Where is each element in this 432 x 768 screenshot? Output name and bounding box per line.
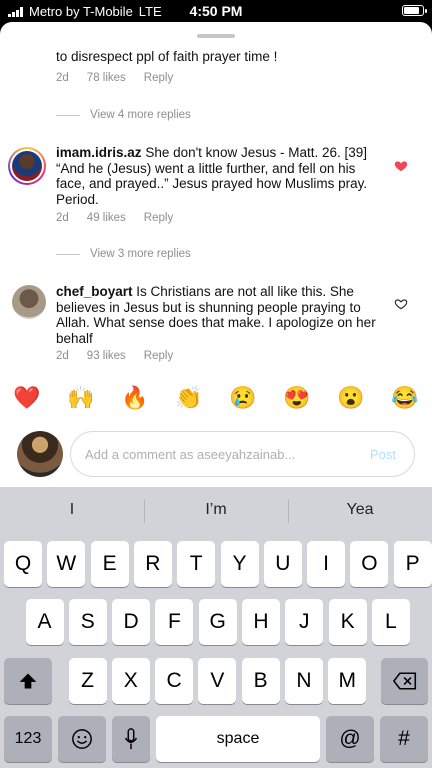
key-r[interactable]: R (133, 541, 172, 587)
comment-meta: 2d 78 likes Reply (56, 72, 173, 84)
predictive-suggestions: I I’m Yea (0, 487, 432, 533)
emoji-face-icon (72, 729, 92, 749)
delete-key[interactable] (381, 658, 428, 704)
surprised-face-emoji[interactable]: 😮 (335, 385, 367, 411)
post-button[interactable]: Post (370, 447, 396, 462)
dictation-key[interactable] (112, 716, 150, 762)
tears-of-joy-emoji[interactable]: 😂 (389, 385, 421, 411)
crying-face-emoji[interactable]: 😢 (227, 385, 259, 411)
key-d[interactable]: D (112, 599, 151, 645)
comment-input[interactable]: Add a comment as aseeyahzainab... Post (70, 431, 415, 477)
shift-key[interactable] (4, 658, 52, 704)
key-u[interactable]: U (263, 541, 302, 587)
key-n[interactable]: N (285, 658, 323, 704)
key-q[interactable]: Q (4, 541, 42, 587)
key-v[interactable]: V (198, 658, 237, 704)
view-replies-button[interactable]: View 3 more replies (56, 248, 191, 260)
suggestion-2[interactable]: I’m (144, 501, 288, 519)
space-key[interactable]: space (156, 716, 320, 762)
suggestion-3[interactable]: Yea (288, 501, 432, 519)
comment-meta: 2d 93 likes Reply (56, 350, 173, 362)
comment-body: chef_boyart Is Christians are not all li… (56, 284, 376, 346)
key-e[interactable]: E (90, 541, 129, 587)
key-h[interactable]: H (242, 599, 280, 645)
comment-body: imam.idris.az She don't know Jesus - Mat… (56, 145, 376, 207)
shift-icon (19, 673, 37, 689)
status-bar: Metro by T-Mobile LTE 4:50 PM (0, 0, 432, 22)
reply-button[interactable]: Reply (144, 350, 173, 362)
comment-age: 2d (56, 72, 69, 84)
comment-likes[interactable]: 49 likes (87, 212, 126, 224)
suggestion-1[interactable]: I (0, 501, 144, 519)
key-k[interactable]: K (328, 599, 367, 645)
sheet-grabber[interactable] (197, 34, 235, 38)
heart-eyes-emoji[interactable]: 😍 (281, 385, 313, 411)
own-avatar[interactable] (17, 431, 63, 477)
red-heart-emoji[interactable]: ❤️ (11, 385, 43, 411)
key-b[interactable]: B (241, 658, 280, 704)
comment-text: to disrespect ppl of faith prayer time ! (56, 49, 278, 64)
avatar[interactable] (8, 147, 46, 185)
key-c[interactable]: C (155, 658, 194, 704)
key-o[interactable]: O (350, 541, 389, 587)
comment-username[interactable]: chef_boyart (56, 284, 133, 299)
clock: 4:50 PM (189, 3, 243, 19)
comment-input-placeholder: Add a comment as aseeyahzainab... (85, 447, 296, 462)
reply-button[interactable]: Reply (144, 212, 173, 224)
hash-key[interactable]: # (380, 716, 428, 762)
view-replies-button[interactable]: View 4 more replies (56, 109, 191, 121)
avatar[interactable] (12, 285, 46, 319)
view-replies-label: View 4 more replies (90, 109, 191, 121)
key-s[interactable]: S (68, 599, 107, 645)
battery-icon (402, 5, 427, 16)
microphone-icon (124, 728, 138, 750)
heart-outline-icon[interactable] (394, 297, 408, 311)
key-a[interactable]: A (25, 599, 64, 645)
fire-emoji[interactable]: 🔥 (119, 385, 151, 411)
key-m[interactable]: M (328, 658, 367, 704)
key-p[interactable]: P (393, 541, 432, 587)
key-i[interactable]: I (307, 541, 346, 587)
key-g[interactable]: G (198, 599, 237, 645)
comment-age: 2d (56, 350, 69, 362)
emoji-key[interactable] (58, 716, 106, 762)
key-x[interactable]: X (111, 658, 150, 704)
numbers-key[interactable]: 123 (4, 716, 52, 762)
divider-line (56, 114, 80, 116)
backspace-icon (392, 672, 416, 690)
at-key[interactable]: @ (326, 716, 374, 762)
comment-meta: 2d 49 likes Reply (56, 212, 173, 224)
clapping-hands-emoji[interactable]: 👏 (173, 385, 205, 411)
view-replies-label: View 3 more replies (90, 248, 191, 260)
emoji-quick-reactions: ❤️ 🙌 🔥 👏 😢 😍 😮 😂 (0, 377, 432, 419)
key-z[interactable]: Z (68, 658, 107, 704)
comment-age: 2d (56, 212, 69, 224)
key-j[interactable]: J (285, 599, 324, 645)
keyboard: I I’m Yea QWERTYUIOP ASDFGHJKL ZXCVBNM 1… (0, 487, 432, 768)
key-w[interactable]: W (47, 541, 86, 587)
comment-likes[interactable]: 78 likes (87, 72, 126, 84)
divider-line (56, 253, 80, 255)
key-y[interactable]: Y (220, 541, 259, 587)
key-f[interactable]: F (155, 599, 194, 645)
raising-hands-emoji[interactable]: 🙌 (65, 385, 97, 411)
reply-button[interactable]: Reply (144, 72, 173, 84)
battery-level (404, 7, 419, 14)
key-t[interactable]: T (177, 541, 216, 587)
comment-likes[interactable]: 93 likes (87, 350, 126, 362)
key-l[interactable]: L (371, 599, 410, 645)
comment-username[interactable]: imam.idris.az (56, 145, 142, 160)
heart-filled-icon[interactable] (394, 159, 408, 173)
